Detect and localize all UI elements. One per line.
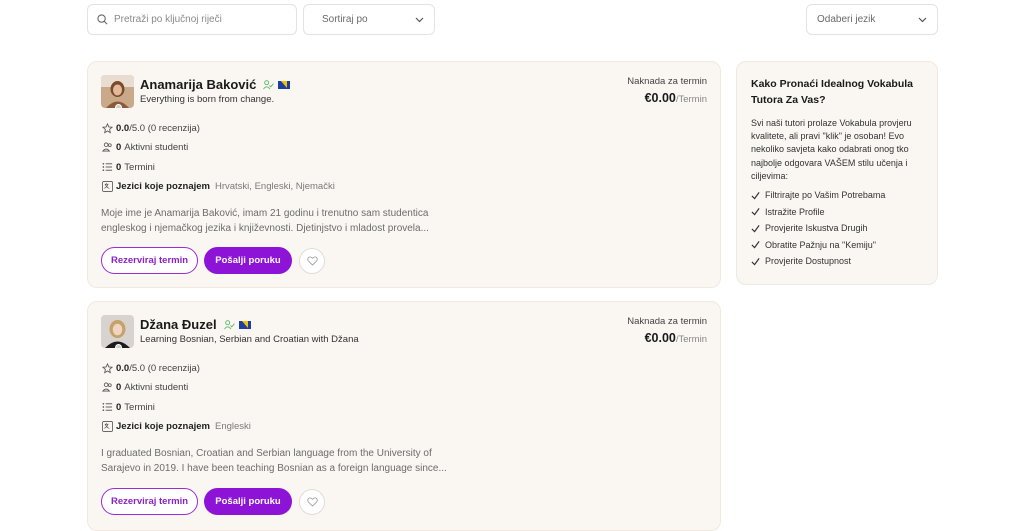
language-label: Odaberi jezik <box>817 14 876 25</box>
languages-list: Engleski <box>214 420 251 432</box>
rating-value: 0.0 <box>116 122 130 134</box>
tip-label: Obratite Pažnju na "Kemiju" <box>765 239 876 250</box>
avatar[interactable] <box>101 315 134 348</box>
price-amount: €0.00 <box>644 331 676 345</box>
check-icon <box>751 241 760 249</box>
search-box[interactable] <box>87 4 297 35</box>
bio-line: engleskog i njemačkog jezika i književno… <box>101 223 429 234</box>
tips-card: Kako Pronaći Idealnog Vokabula Tutora Za… <box>736 61 938 285</box>
active-students-label: Aktivni studenti <box>124 141 189 153</box>
sessions-count: 0 <box>116 161 122 173</box>
tip-item: Provjerite Dostupnost <box>751 253 923 270</box>
check-icon <box>751 191 760 200</box>
tutor-bio: I graduated Bosnian, Croatian and Serbia… <box>101 446 461 476</box>
tip-item: Obratite Pažnju na "Kemiju" <box>751 237 923 254</box>
tips-list: Filtrirajte po Vašim Potrebama Istražite… <box>751 187 923 270</box>
tip-label: Provjerite Dostupnost <box>765 256 852 267</box>
check-icon <box>751 224 760 233</box>
list-icon <box>102 402 112 412</box>
tip-label: Filtrirajte po Vašim Potrebama <box>765 190 886 201</box>
active-students-count: 0 <box>116 381 122 393</box>
chevron-down-icon <box>415 17 424 22</box>
tip-item: Provjerite Iskustva Drugih <box>751 220 923 237</box>
active-students-row: 0 Aktivni studenti <box>101 381 188 393</box>
price: €0.00/Termin <box>645 91 707 105</box>
check-icon <box>751 208 760 216</box>
rating-row: 0.0/5.0 (0 recenzija) <box>101 122 200 134</box>
favorite-button[interactable] <box>299 248 325 274</box>
sessions-count: 0 <box>116 401 122 413</box>
languages-label: Jezici koje poznajem <box>116 180 210 192</box>
price-unit: /Termin <box>675 334 707 345</box>
sessions-row: 0 Termini <box>101 401 155 413</box>
active-students-count: 0 <box>116 141 122 153</box>
chevron-down-icon <box>918 17 927 22</box>
rating-row: 0.0/5.0 (0 recenzija) <box>101 362 200 374</box>
heart-icon <box>306 497 318 507</box>
list-icon <box>102 162 112 172</box>
tutor-name[interactable]: Anamarija Baković <box>140 77 256 92</box>
bio-line: Sarajevo in 2019. I have been teaching B… <box>101 463 447 474</box>
verified-tutor-icon <box>223 319 235 329</box>
online-status-dot <box>115 344 122 348</box>
users-icon <box>101 142 112 152</box>
price-amount: €0.00 <box>644 91 676 105</box>
rating-value: 0.0 <box>116 362 130 374</box>
tutor-bio: Moje ime je Anamarija Baković, imam 21 g… <box>101 206 461 236</box>
verified-tutor-icon <box>263 79 275 89</box>
check-icon <box>751 257 760 266</box>
languages-row: Jezici koje poznajem Engleski <box>101 420 251 432</box>
active-students-label: Aktivni studenti <box>124 381 189 393</box>
tutor-tagline: Learning Bosnian, Serbian and Croatian w… <box>140 334 359 345</box>
sessions-label: Termini <box>124 161 155 173</box>
price: €0.00/Termin <box>645 331 707 345</box>
rating-rest: /5.0 (0 recenzija) <box>129 362 200 374</box>
languages-list: Hrvatski, Engleski, Njemački <box>214 180 335 192</box>
tips-title: Kako Pronaći Idealnog Vokabula Tutora Za… <box>751 78 914 106</box>
language-icon <box>101 180 113 192</box>
sort-dropdown[interactable]: Sortiraj po <box>303 4 435 35</box>
sort-label: Sortiraj po <box>322 14 368 25</box>
search-input[interactable] <box>114 14 284 25</box>
online-status-dot <box>115 104 122 108</box>
tips-intro: Svi naši tutori prolaze Vokabula provjer… <box>751 118 912 181</box>
avatar[interactable] <box>101 75 134 108</box>
star-icon <box>101 122 113 133</box>
favorite-button[interactable] <box>299 489 325 515</box>
bio-line: Moje ime je Anamarija Baković, imam 21 g… <box>101 208 429 219</box>
tip-label: Istražite Profile <box>765 206 825 217</box>
star-icon <box>101 362 113 373</box>
languages-row: Jezici koje poznajem Hrvatski, Engleski, … <box>101 180 335 192</box>
fee-label: Naknada za termin <box>627 316 707 327</box>
sessions-row: 0 Termini <box>101 161 155 173</box>
tutor-card: Anamarija Baković Everything is born fro… <box>87 61 721 288</box>
bosnian-flag-icon <box>238 320 251 329</box>
tutor-tagline: Everything is born from change. <box>140 94 275 105</box>
sessions-label: Termini <box>124 401 155 413</box>
book-session-button[interactable]: Rezerviraj termin <box>101 247 198 274</box>
heart-icon <box>306 256 318 266</box>
tutor-name[interactable]: Džana Đuzel <box>140 317 217 332</box>
bosnian-flag-icon <box>278 80 291 89</box>
rating-rest: /5.0 (0 recenzija) <box>129 122 200 134</box>
book-session-button[interactable]: Rezerviraj termin <box>101 488 198 515</box>
tip-item: Filtrirajte po Vašim Potrebama <box>751 187 923 204</box>
language-dropdown[interactable]: Odaberi jezik <box>806 4 938 35</box>
send-message-button[interactable]: Pošalji poruku <box>204 488 292 515</box>
languages-label: Jezici koje poznajem <box>116 420 210 432</box>
search-icon <box>97 14 108 25</box>
price-unit: /Termin <box>675 94 707 105</box>
tip-item: Istražite Profile <box>751 204 923 221</box>
active-students-row: 0 Aktivni studenti <box>101 141 188 153</box>
send-message-button[interactable]: Pošalji poruku <box>204 247 292 274</box>
fee-label: Naknada za termin <box>627 76 707 87</box>
users-icon <box>101 382 112 392</box>
tip-label: Provjerite Iskustva Drugih <box>765 223 868 234</box>
tutor-card: Džana Đuzel Learning Bosnian, Serbian an… <box>87 301 721 531</box>
bio-line: I graduated Bosnian, Croatian and Serbia… <box>101 448 432 459</box>
language-icon <box>101 420 113 432</box>
